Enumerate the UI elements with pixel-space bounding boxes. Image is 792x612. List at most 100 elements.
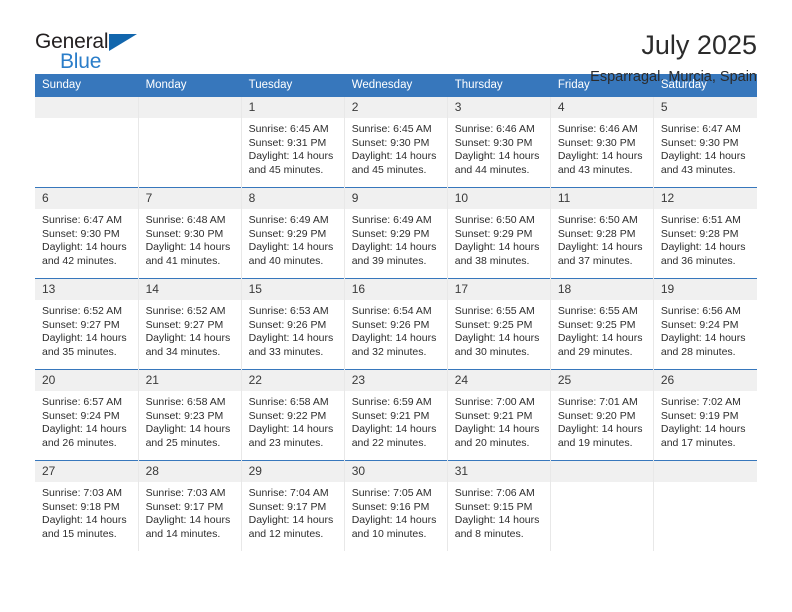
calendar-day-cell[interactable]: 23 Sunrise: 6:59 AM Sunset: 9:21 PM Dayligh…: [344, 369, 448, 461]
calendar-day-cell[interactable]: 6 Sunrise: 6:47 AM Sunset: 9:30 PM Daylight…: [35, 187, 139, 279]
day-info: Sunrise: 6:49 AM Sunset: 9:29 PM Daylight:…: [345, 209, 447, 268]
sunrise-text: Sunrise: 6:52 AM: [42, 305, 122, 317]
day-info: Sunrise: 6:59 AM Sunset: 9:21 PM Daylight:…: [345, 391, 447, 450]
sunrise-text: Sunrise: 6:46 AM: [557, 123, 638, 135]
calendar-day-cell[interactable]: 20 Sunrise: 6:57 AM Sunset: 9:24 PM Dayligh…: [35, 369, 139, 461]
calendar-day-cell[interactable]: 22 Sunrise: 6:58 AM Sunset: 9:22 PM Dayligh…: [241, 369, 345, 461]
day-number: 11: [550, 188, 653, 209]
sunset-text: Sunset: 9:26 PM: [351, 318, 430, 331]
sunrise-text: Sunrise: 6:45 AM: [351, 123, 432, 135]
calendar-day-cell[interactable]: 7 Sunrise: 6:48 AM Sunset: 9:30 PM Daylight…: [138, 187, 242, 279]
calendar-day-cell[interactable]: 8 Sunrise: 6:49 AM Sunset: 9:29 PM Daylight…: [241, 187, 345, 279]
day-info: Sunrise: 6:56 AM Sunset: 9:24 PM Daylight:…: [654, 300, 757, 359]
calendar-day-cell[interactable]: 30 Sunrise: 7:05 AM Sunset: 9:16 PM Dayligh…: [344, 460, 448, 551]
day-info: Sunrise: 6:47 AM Sunset: 9:30 PM Daylight:…: [35, 209, 138, 268]
calendar-day-cell[interactable]: 10 Sunrise: 6:50 AM Sunset: 9:29 PM Dayligh…: [447, 187, 551, 279]
day-info: Sunrise: 7:06 AM Sunset: 9:15 PM Daylight:…: [448, 482, 550, 541]
calendar-day-cell[interactable]: 11 Sunrise: 6:50 AM Sunset: 9:28 PM Dayligh…: [550, 187, 654, 279]
calendar-week-row: 20 Sunrise: 6:57 AM Sunset: 9:24 PM Dayligh…: [35, 369, 757, 461]
calendar-day-cell[interactable]: 31 Sunrise: 7:06 AM Sunset: 9:15 PM Dayligh…: [447, 460, 551, 551]
day-info: Sunrise: 6:55 AM Sunset: 9:25 PM Daylight:…: [448, 300, 550, 359]
daylight-text: Daylight: 14 hours and 28 minutes.: [660, 332, 746, 358]
day-info: Sunrise: 7:00 AM Sunset: 9:21 PM Daylight:…: [448, 391, 550, 450]
sunrise-text: Sunrise: 6:58 AM: [248, 396, 329, 408]
calendar-day-cell[interactable]: 9 Sunrise: 6:49 AM Sunset: 9:29 PM Daylight…: [344, 187, 448, 279]
day-info: Sunrise: 6:55 AM Sunset: 9:25 PM Daylight:…: [551, 300, 653, 359]
calendar-week-row: 27 Sunrise: 7:03 AM Sunset: 9:18 PM Dayligh…: [35, 460, 757, 551]
sunrise-text: Sunrise: 7:04 AM: [248, 487, 329, 499]
sunset-text: Sunset: 9:19 PM: [660, 409, 739, 422]
calendar-day-cell[interactable]: 4 Sunrise: 6:46 AM Sunset: 9:30 PM Daylight…: [550, 96, 654, 188]
daylight-text: Daylight: 14 hours and 35 minutes.: [42, 332, 127, 358]
day-number: 26: [653, 370, 757, 391]
calendar-day-cell[interactable]: 5 Sunrise: 6:47 AM Sunset: 9:30 PM Daylight…: [653, 96, 757, 188]
day-info: Sunrise: 6:58 AM Sunset: 9:22 PM Daylight:…: [242, 391, 344, 450]
daylight-text: Daylight: 14 hours and 22 minutes.: [351, 423, 437, 449]
day-number: 13: [35, 279, 138, 300]
calendar-day-cell[interactable]: 17 Sunrise: 6:55 AM Sunset: 9:25 PM Dayligh…: [447, 278, 551, 370]
calendar-day-cell[interactable]: 12 Sunrise: 6:51 AM Sunset: 9:28 PM Dayligh…: [653, 187, 757, 279]
calendar-day-cell[interactable]: 27 Sunrise: 7:03 AM Sunset: 9:18 PM Dayligh…: [35, 460, 139, 551]
sunset-text: Sunset: 9:30 PM: [454, 136, 533, 149]
calendar-day-cell[interactable]: 26 Sunrise: 7:02 AM Sunset: 9:19 PM Dayligh…: [653, 369, 757, 461]
daylight-text: Daylight: 14 hours and 20 minutes.: [454, 423, 540, 449]
day-info: Sunrise: 6:58 AM Sunset: 9:23 PM Daylight:…: [139, 391, 241, 450]
day-number: 21: [138, 370, 241, 391]
day-info: Sunrise: 6:49 AM Sunset: 9:29 PM Daylight:…: [242, 209, 344, 268]
day-info: Sunrise: 6:57 AM Sunset: 9:24 PM Daylight:…: [35, 391, 138, 450]
day-number: 12: [653, 188, 757, 209]
calendar-day-cell-empty: [653, 460, 757, 551]
sunset-text: Sunset: 9:28 PM: [660, 227, 739, 240]
sunset-text: Sunset: 9:29 PM: [248, 227, 327, 240]
calendar-day-cell[interactable]: 25 Sunrise: 7:01 AM Sunset: 9:20 PM Dayligh…: [550, 369, 654, 461]
general-blue-logo: General Blue: [35, 30, 155, 82]
sunset-text: Sunset: 9:22 PM: [248, 409, 327, 422]
calendar-day-cell[interactable]: 19 Sunrise: 6:56 AM Sunset: 9:24 PM Dayligh…: [653, 278, 757, 370]
sunrise-text: Sunrise: 6:52 AM: [145, 305, 226, 317]
sunrise-text: Sunrise: 6:55 AM: [557, 305, 638, 317]
day-info: Sunrise: 7:02 AM Sunset: 9:19 PM Daylight:…: [654, 391, 757, 450]
day-number: 18: [550, 279, 653, 300]
calendar-day-cell[interactable]: 3 Sunrise: 6:46 AM Sunset: 9:30 PM Daylight…: [447, 96, 551, 188]
daylight-text: Daylight: 14 hours and 23 minutes.: [248, 423, 334, 449]
logo-text-blue: Blue: [60, 50, 102, 73]
daylight-text: Daylight: 14 hours and 38 minutes.: [454, 241, 540, 267]
sunset-text: Sunset: 9:29 PM: [351, 227, 430, 240]
daylight-text: Daylight: 14 hours and 42 minutes.: [42, 241, 127, 267]
calendar-day-cell[interactable]: 28 Sunrise: 7:03 AM Sunset: 9:17 PM Dayligh…: [138, 460, 242, 551]
calendar-day-cell[interactable]: 14 Sunrise: 6:52 AM Sunset: 9:27 PM Dayligh…: [138, 278, 242, 370]
daylight-text: Daylight: 14 hours and 34 minutes.: [145, 332, 231, 358]
day-number: [550, 461, 653, 482]
calendar-day-cell-empty: [35, 96, 139, 188]
weekday-header-tuesday: Tuesday: [241, 74, 345, 97]
calendar-day-cell[interactable]: 2 Sunrise: 6:45 AM Sunset: 9:30 PM Daylight…: [344, 96, 448, 188]
day-number: 9: [344, 188, 447, 209]
day-number: 31: [447, 461, 550, 482]
sunset-text: Sunset: 9:24 PM: [660, 318, 739, 331]
daylight-text: Daylight: 14 hours and 33 minutes.: [248, 332, 334, 358]
daylight-text: Daylight: 14 hours and 45 minutes.: [351, 150, 437, 176]
daylight-text: Daylight: 14 hours and 12 minutes.: [248, 514, 334, 540]
daylight-text: Daylight: 14 hours and 43 minutes.: [557, 150, 643, 176]
day-number: 25: [550, 370, 653, 391]
day-info: Sunrise: 7:03 AM Sunset: 9:18 PM Daylight:…: [35, 482, 138, 541]
calendar-day-cell[interactable]: 24 Sunrise: 7:00 AM Sunset: 9:21 PM Dayligh…: [447, 369, 551, 461]
daylight-text: Daylight: 14 hours and 44 minutes.: [454, 150, 540, 176]
calendar-day-cell[interactable]: 18 Sunrise: 6:55 AM Sunset: 9:25 PM Dayligh…: [550, 278, 654, 370]
calendar-day-cell[interactable]: 29 Sunrise: 7:04 AM Sunset: 9:17 PM Dayligh…: [241, 460, 345, 551]
sunrise-text: Sunrise: 6:55 AM: [454, 305, 535, 317]
calendar-day-cell[interactable]: 16 Sunrise: 6:54 AM Sunset: 9:26 PM Dayligh…: [344, 278, 448, 370]
day-number: 5: [653, 97, 757, 118]
day-number: [138, 97, 241, 118]
day-info: Sunrise: 6:52 AM Sunset: 9:27 PM Daylight:…: [35, 300, 138, 359]
sunrise-text: Sunrise: 6:50 AM: [454, 214, 535, 226]
calendar-day-cell[interactable]: 1 Sunrise: 6:45 AM Sunset: 9:31 PM Daylight…: [241, 96, 345, 188]
weekday-header-wednesday: Wednesday: [344, 74, 448, 97]
day-info: Sunrise: 7:05 AM Sunset: 9:16 PM Daylight:…: [345, 482, 447, 541]
daylight-text: Daylight: 14 hours and 8 minutes.: [454, 514, 540, 540]
sunrise-text: Sunrise: 6:47 AM: [42, 214, 122, 226]
calendar-day-cell[interactable]: 21 Sunrise: 6:58 AM Sunset: 9:23 PM Dayligh…: [138, 369, 242, 461]
day-number: 28: [138, 461, 241, 482]
calendar-day-cell[interactable]: 13 Sunrise: 6:52 AM Sunset: 9:27 PM Dayligh…: [35, 278, 139, 370]
calendar-day-cell[interactable]: 15 Sunrise: 6:53 AM Sunset: 9:26 PM Dayligh…: [241, 278, 345, 370]
